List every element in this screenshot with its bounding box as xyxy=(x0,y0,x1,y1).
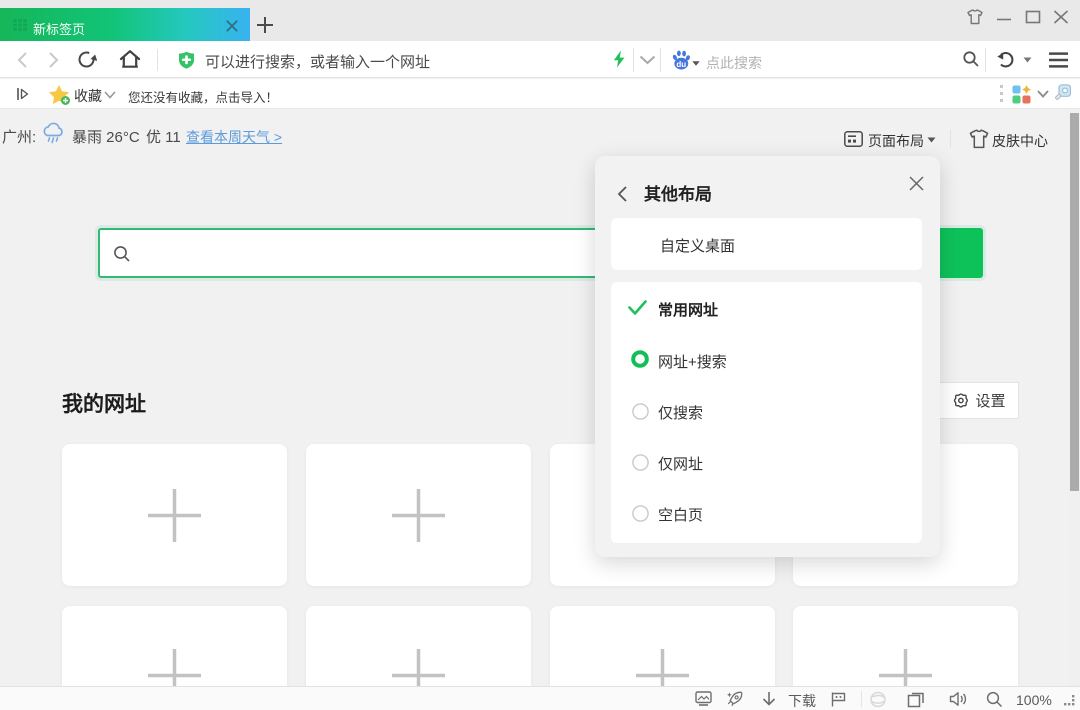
svg-text:du: du xyxy=(676,60,686,69)
